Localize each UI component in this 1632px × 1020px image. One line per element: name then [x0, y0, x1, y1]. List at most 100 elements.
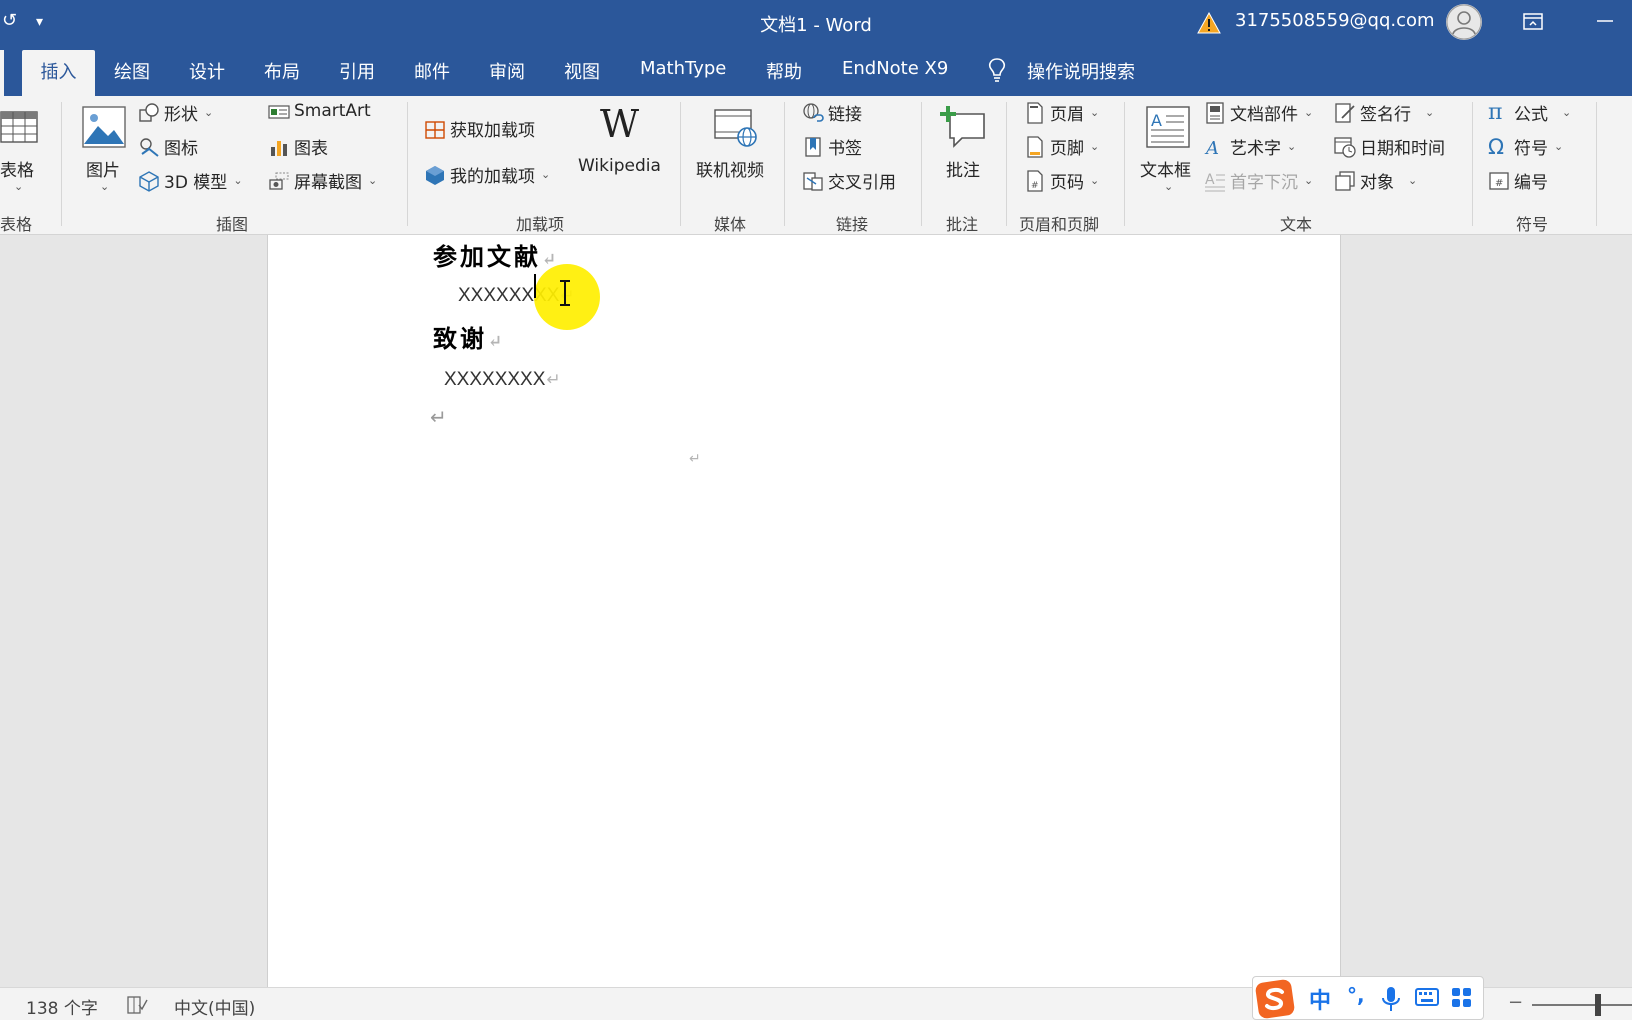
zoom-out-button[interactable]: −	[1508, 992, 1523, 1013]
lightbulb-icon[interactable]	[985, 56, 1009, 84]
icons-icon	[140, 137, 159, 157]
tab-insert[interactable]: 插入	[22, 50, 95, 96]
table-button-label[interactable]: 表格	[0, 156, 34, 181]
table-icon[interactable]	[0, 110, 38, 144]
text-box-icon[interactable]: A	[1146, 106, 1190, 148]
keyboard-icon[interactable]	[1415, 988, 1439, 1008]
ribbon: 表格 ⌄ 表格 图片 ⌄ 形状 ⌄ 图标 3D 模型 ⌄ SmartArt 图表 屏…	[0, 96, 1632, 235]
ime-punctuation-toggle[interactable]: °,	[1347, 983, 1365, 1007]
heading-references[interactable]: 参加文献↵	[433, 237, 559, 272]
numbering-label: 编号	[1514, 173, 1548, 193]
group-label-text: 文本	[1280, 215, 1313, 234]
footer-icon	[1027, 135, 1043, 158]
wikipedia-label[interactable]: Wikipedia	[578, 156, 661, 176]
zoom-slider[interactable]	[1532, 1004, 1632, 1006]
pictures-icon[interactable]	[82, 106, 126, 148]
chevron-down-icon: ⌄	[1304, 174, 1314, 187]
comment-label[interactable]: 批注	[946, 156, 980, 181]
text-box-label[interactable]: 文本框	[1140, 156, 1191, 181]
quick-parts-button[interactable]: 文档部件 ⌄	[1204, 100, 1313, 125]
proofing-icon[interactable]	[126, 995, 148, 1015]
equation-button[interactable]: π 公式 ⌄	[1488, 100, 1571, 125]
date-time-button[interactable]: 日期和时间	[1334, 134, 1445, 159]
toolbox-grid-icon[interactable]	[1451, 987, 1473, 1009]
chevron-down-icon[interactable]: ⌄	[100, 180, 109, 193]
svg-text:A: A	[1204, 138, 1219, 158]
smartart-button[interactable]: SmartArt	[268, 100, 371, 122]
page-number-button[interactable]: # 页码 ⌄	[1024, 168, 1099, 193]
microphone-icon[interactable]	[1381, 986, 1401, 1012]
footer-button[interactable]: 页脚 ⌄	[1024, 134, 1099, 159]
signature-line-button[interactable]: 签名行 ⌄	[1334, 100, 1434, 125]
my-addins-button[interactable]: 我的加载项 ⌄	[424, 162, 550, 187]
group-label-header-footer: 页眉和页脚	[1019, 215, 1100, 234]
language-indicator[interactable]: 中文(中国)	[174, 994, 255, 1019]
tab-endnote[interactable]: EndNote X9	[842, 58, 948, 79]
word-count[interactable]: 138 个字	[26, 994, 98, 1019]
tab-help[interactable]: 帮助	[766, 58, 802, 84]
online-video-label[interactable]: 联机视频	[696, 156, 764, 181]
screenshot-button[interactable]: 屏幕截图 ⌄	[268, 168, 377, 193]
account-email[interactable]: 3175508559@qq.com	[1235, 10, 1435, 31]
sogou-logo-icon[interactable]	[1255, 979, 1295, 1019]
document-canvas[interactable]: 参加文献↵ XXXXXXXX↵ 致谢↵ XXXXXXXX↵ ↵ ↵	[0, 235, 1632, 987]
wikipedia-icon[interactable]: W	[600, 102, 639, 146]
warning-icon[interactable]	[1197, 12, 1221, 34]
omega-icon: Ω	[1488, 134, 1505, 159]
user-icon	[1446, 4, 1482, 40]
drop-cap-icon: A	[1205, 172, 1225, 191]
ribbon-display-options-icon[interactable]	[1522, 11, 1544, 33]
tab-references[interactable]: 引用	[339, 58, 375, 84]
group-label-media: 媒体	[714, 215, 747, 234]
object-button[interactable]: 对象 ⌄	[1334, 168, 1417, 193]
wordart-button[interactable]: A 艺术字 ⌄	[1204, 134, 1296, 160]
chevron-down-icon[interactable]: ⌄	[14, 180, 23, 193]
chevron-down-icon: ⌄	[1090, 106, 1100, 119]
drop-cap-button[interactable]: A 首字下沉 ⌄	[1204, 168, 1313, 193]
ime-mode-chinese[interactable]: 中	[1309, 983, 1331, 1015]
cross-reference-button[interactable]: 交叉引用	[802, 168, 896, 193]
text-caret	[534, 274, 536, 298]
link-label: 链接	[828, 105, 862, 125]
link-button[interactable]: 链接	[802, 100, 862, 125]
tab-mathtype[interactable]: MathType	[640, 58, 726, 79]
tab-review[interactable]: 审阅	[489, 58, 525, 84]
chevron-down-icon[interactable]: ⌄	[1164, 180, 1173, 193]
tab-home-edge[interactable]	[0, 50, 4, 96]
page-number-label: 页码	[1050, 173, 1084, 193]
signature-line-icon	[1335, 102, 1355, 123]
symbol-button[interactable]: Ω 符号 ⌄	[1488, 134, 1563, 160]
bookmark-button[interactable]: 书签	[802, 134, 862, 159]
acknowledgement-body[interactable]: XXXXXXXX↵	[444, 369, 561, 391]
online-video-icon[interactable]	[714, 106, 758, 148]
get-addins-button[interactable]: 获取加载项	[424, 116, 535, 141]
zoom-slider-thumb[interactable]	[1595, 994, 1601, 1016]
tell-me-search[interactable]: 操作说明搜索	[1027, 58, 1135, 84]
ime-toolbar[interactable]: 中 °,	[1252, 976, 1484, 1020]
tab-view[interactable]: 视图	[564, 58, 600, 84]
group-separator	[1596, 102, 1597, 226]
pictures-button-label[interactable]: 图片	[86, 156, 120, 181]
quick-parts-label: 文档部件	[1230, 105, 1298, 125]
smartart-label: SmartArt	[294, 101, 371, 121]
document-page[interactable]: 参加文献↵ XXXXXXXX↵ 致谢↵ XXXXXXXX↵ ↵ ↵	[267, 235, 1341, 987]
icons-button[interactable]: 图标	[138, 134, 198, 159]
wordart-label: 艺术字	[1230, 139, 1281, 159]
shapes-button[interactable]: 形状 ⌄	[138, 100, 213, 125]
group-label-illustrations: 插图	[216, 215, 249, 234]
tab-mailings[interactable]: 邮件	[414, 58, 450, 84]
numbering-button[interactable]: # 编号	[1488, 168, 1548, 193]
minimize-icon[interactable]	[1594, 10, 1616, 32]
chart-button[interactable]: 图表	[268, 134, 328, 159]
cube-icon	[139, 170, 159, 192]
quick-parts-icon	[1206, 101, 1224, 124]
3d-models-button[interactable]: 3D 模型 ⌄	[138, 168, 243, 193]
tab-layout[interactable]: 布局	[264, 58, 300, 84]
header-button[interactable]: 页眉 ⌄	[1024, 100, 1099, 125]
heading-acknowledgement[interactable]: 致谢↵	[433, 319, 505, 354]
tab-draw[interactable]: 绘图	[114, 58, 150, 84]
svg-text:#: #	[1495, 178, 1503, 189]
tab-design[interactable]: 设计	[189, 58, 225, 84]
avatar[interactable]	[1446, 4, 1482, 40]
new-comment-icon[interactable]	[940, 104, 988, 150]
